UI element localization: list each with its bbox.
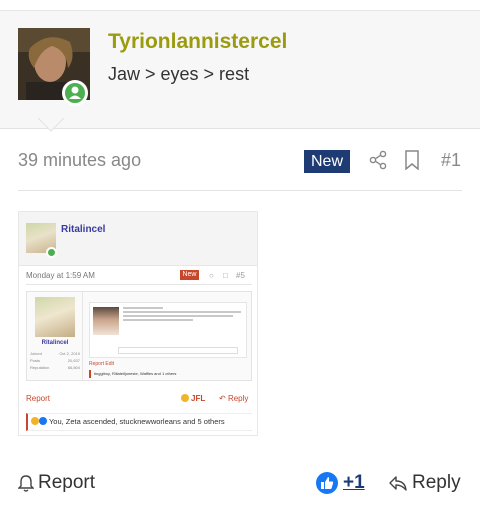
nested-quote — [89, 302, 247, 358]
embedded-time: Monday at 1:59 AM — [26, 271, 95, 280]
username[interactable]: Tyrionlannistercel — [108, 30, 287, 54]
embedded-post-number: #5 — [236, 271, 245, 280]
nested-username: Ritalincel — [41, 340, 69, 346]
nested-reactions: tinggiboy, Rillatelljoneste, Waffles and… — [89, 370, 247, 378]
embedded-username: Ritalincel — [61, 224, 106, 235]
embedded-new-badge: New — [180, 270, 199, 280]
reaction-like-icon — [39, 417, 47, 425]
share-icon[interactable] — [368, 150, 388, 170]
new-badge: New — [304, 150, 350, 173]
nested-post: Ritalincel Joined Oct 2, 2019 Posts 20,637… — [26, 291, 252, 381]
like-icon[interactable] — [316, 472, 338, 494]
meta-divider — [18, 190, 462, 191]
post-number[interactable]: #1 — [441, 150, 461, 171]
header-pointer — [38, 118, 64, 132]
user-title: Jaw > eyes > rest — [108, 64, 250, 84]
reaction-emoji-icon — [31, 417, 39, 425]
nested-quote-image — [93, 307, 119, 335]
report-button[interactable]: Report — [18, 472, 95, 494]
embedded-report-link: Report — [26, 394, 51, 403]
embedded-bookmark-icon: □ — [223, 271, 228, 280]
report-label: Report — [38, 472, 96, 493]
nested-avatar — [35, 297, 75, 337]
nested-quote-text — [123, 307, 243, 323]
nested-stat-row: Reputation 66,804 — [30, 365, 80, 370]
embedded-online-badge — [46, 247, 57, 258]
nested-post-body: Report Edit tinggiboy, Rillatelljoneste,… — [87, 294, 249, 378]
nested-stat-row: Joined Oct 2, 2019 — [30, 351, 80, 356]
nested-user-panel: Ritalincel Joined Oct 2, 2019 Posts 20,637… — [27, 292, 83, 380]
reply-icon — [389, 476, 407, 491]
bookmark-icon[interactable] — [404, 150, 420, 170]
nested-actions: Report Edit — [89, 361, 115, 367]
embedded-divider — [26, 284, 252, 285]
online-status-badge — [62, 80, 88, 106]
nested-stat-row: Posts 20,637 — [30, 358, 80, 363]
thumbs-up-icon — [321, 477, 334, 489]
embedded-share-icon: ○ — [209, 271, 214, 280]
embedded-screenshot[interactable]: Ritalincel Monday at 1:59 AM New ○ □ #5 … — [18, 211, 258, 436]
like-count[interactable]: +1 — [343, 472, 365, 494]
embedded-reply-link: ↶ Reply — [219, 394, 249, 403]
bell-icon — [18, 475, 34, 492]
reply-button[interactable]: Reply — [388, 472, 461, 494]
nested-stats: Joined Oct 2, 2019 Posts 20,637 Reputation… — [30, 350, 80, 371]
embedded-jfl-reaction: JFL — [181, 394, 205, 403]
reply-label: Reply — [412, 472, 461, 493]
embedded-reactions-bar: You, Zeta ascended, stucknewworleans and… — [26, 413, 252, 431]
jfl-emoji-icon — [181, 394, 189, 402]
nested-link-embed — [118, 347, 238, 354]
user-icon — [69, 86, 81, 99]
post-time[interactable]: 39 minutes ago — [18, 150, 141, 171]
